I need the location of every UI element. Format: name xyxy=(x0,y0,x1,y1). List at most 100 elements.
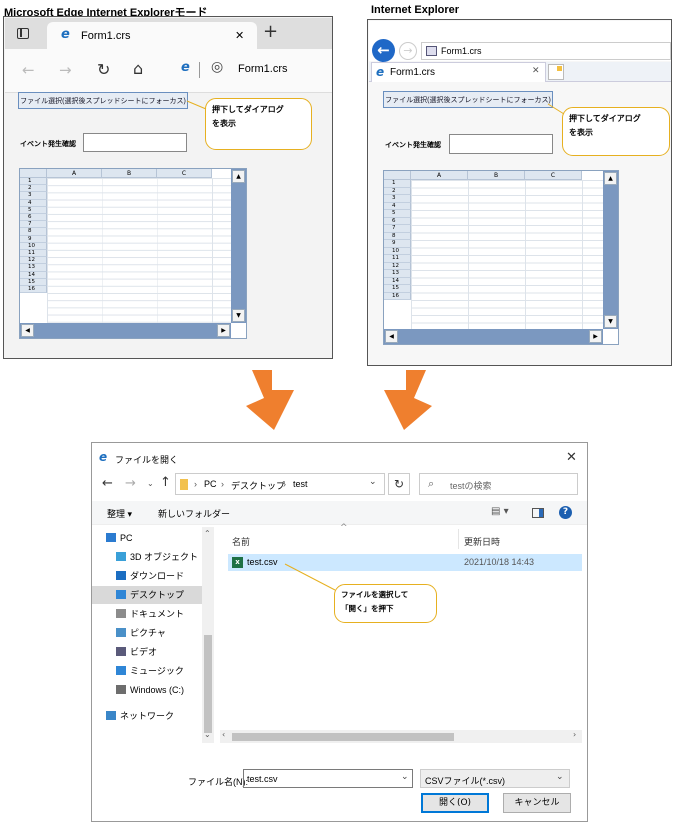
row-header[interactable]: 16 xyxy=(384,292,411,300)
refresh-icon[interactable]: ↻ xyxy=(388,473,410,495)
edge-tab[interactable]: e Form1.crs ✕ xyxy=(47,22,257,49)
row-header[interactable]: 3 xyxy=(384,195,411,203)
scroll-left-icon[interactable]: ◀ xyxy=(21,324,34,337)
nav-item[interactable]: ビデオ xyxy=(92,643,202,661)
filetype-select[interactable]: CSVファイル(*.csv) ⌄ xyxy=(420,769,570,788)
forward-icon[interactable]: → xyxy=(59,61,72,79)
file-select-button[interactable]: ファイル選択(選択後スプレッドシートにフォーカス) xyxy=(18,92,188,109)
breadcrumb-item[interactable]: デスクトップ xyxy=(231,479,285,492)
row-header[interactable]: 3 xyxy=(20,192,47,200)
tab-close-icon[interactable]: ✕ xyxy=(532,66,540,76)
cancel-button[interactable]: キャンセル xyxy=(503,793,571,813)
nav-item[interactable]: ピクチャ xyxy=(92,624,202,642)
breadcrumb-item[interactable]: PC xyxy=(204,479,217,489)
event-textbox[interactable] xyxy=(449,134,553,154)
event-textbox[interactable] xyxy=(83,133,187,152)
col-header[interactable]: C xyxy=(157,169,212,178)
preview-pane-icon[interactable] xyxy=(532,508,544,518)
edge-spreadsheet[interactable]: A B C ▲ ▼ ◀ ▶ 1 2 3 4 5 6 7 8 9 10 11 12 13 14 15 16 xyxy=(19,168,247,339)
new-folder-button[interactable]: 新しいフォルダー xyxy=(158,507,230,520)
filename-input[interactable]: test.csv ⌄ xyxy=(243,769,413,788)
tab-actions-icon[interactable] xyxy=(17,28,29,39)
col-header[interactable]: B xyxy=(102,169,157,178)
ie-address-bar[interactable]: Form1.crs xyxy=(421,42,671,60)
tab-close-icon[interactable]: ✕ xyxy=(235,29,244,42)
breadcrumb-item[interactable]: test xyxy=(293,479,308,489)
row-header[interactable]: 13 xyxy=(384,270,411,278)
nav-item[interactable]: ドキュメント xyxy=(92,605,202,623)
close-icon[interactable]: ✕ xyxy=(566,450,577,465)
home-icon[interactable]: ⌂ xyxy=(133,59,143,78)
row-header[interactable]: 4 xyxy=(20,199,47,207)
breadcrumb[interactable]: › PC › デスクトップ › test ⌄ xyxy=(175,473,385,495)
nav-scrollbar[interactable]: ⌃ ⌄ xyxy=(202,527,214,743)
row-header[interactable]: 10 xyxy=(384,247,411,255)
file-row-selected[interactable]: x test.csv 2021/10/18 14:43 xyxy=(228,554,582,571)
nav-item[interactable]: Windows (C:) xyxy=(92,681,202,699)
list-hscrollbar[interactable]: ‹ › xyxy=(220,730,582,743)
scroll-up-icon[interactable]: ▲ xyxy=(604,172,617,185)
row-header[interactable]: 14 xyxy=(20,271,47,279)
edge-address[interactable]: Form1.crs xyxy=(238,63,288,75)
nav-item[interactable]: 3D オブジェクト xyxy=(92,548,202,566)
row-header[interactable]: 14 xyxy=(384,277,411,285)
search-box[interactable]: ⌕ testの検索 xyxy=(419,473,578,495)
horizontal-scrollbar[interactable]: ◀ ▶ xyxy=(384,329,603,344)
new-tab-icon[interactable]: + xyxy=(263,21,278,42)
row-header[interactable]: 16 xyxy=(20,286,47,294)
row-header[interactable]: 8 xyxy=(384,232,411,240)
col-header[interactable]: C xyxy=(525,171,582,180)
row-header[interactable]: 7 xyxy=(384,225,411,233)
scroll-up-icon[interactable]: ▲ xyxy=(232,170,245,183)
scroll-right-icon[interactable]: ▶ xyxy=(217,324,230,337)
view-options-icon[interactable]: ▤ ▾ xyxy=(491,506,509,517)
file-select-button[interactable]: ファイル選択(選択後スプレッドシートにフォーカス) xyxy=(383,91,553,108)
recent-dropdown-icon[interactable]: ⌄ xyxy=(147,479,154,488)
new-tab-icon[interactable] xyxy=(548,64,564,80)
col-name-header[interactable]: 名前 xyxy=(232,535,250,548)
row-header[interactable]: 5 xyxy=(20,206,47,214)
row-header[interactable]: 11 xyxy=(384,255,411,263)
nav-item[interactable]: ネットワーク xyxy=(92,707,202,725)
scroll-down-icon[interactable]: ▼ xyxy=(604,315,617,328)
ie-tab[interactable]: e Form1.crs ✕ xyxy=(371,62,546,82)
col-date-header[interactable]: 更新日時 xyxy=(464,535,500,548)
scroll-down-icon[interactable]: ▼ xyxy=(232,309,245,322)
row-header[interactable]: 11 xyxy=(20,250,47,258)
vertical-scrollbar[interactable]: ▲ ▼ xyxy=(231,169,246,323)
row-header[interactable]: 4 xyxy=(384,202,411,210)
row-header[interactable]: 6 xyxy=(20,214,47,222)
row-header[interactable]: 1 xyxy=(384,180,411,188)
chevron-down-icon[interactable]: ⌄ xyxy=(556,772,564,782)
row-header[interactable]: 12 xyxy=(20,257,47,265)
nav-item[interactable]: デスクトップ xyxy=(92,586,202,604)
nav-item[interactable]: PC xyxy=(92,529,202,547)
vertical-scrollbar[interactable]: ▲ ▼ xyxy=(603,171,618,329)
row-header[interactable]: 12 xyxy=(384,262,411,270)
row-header[interactable]: 5 xyxy=(384,210,411,218)
open-button[interactable]: 開く(O) xyxy=(421,793,489,813)
ie-spreadsheet[interactable]: A B C ▲ ▼ ◀ ▶ 1 2 3 4 5 6 7 8 9 10 11 12 13 14 15 16 xyxy=(383,170,619,345)
row-header[interactable]: 8 xyxy=(20,228,47,236)
row-header[interactable]: 9 xyxy=(384,240,411,248)
back-icon[interactable]: ← xyxy=(102,476,113,491)
col-header[interactable]: B xyxy=(468,171,525,180)
organize-button[interactable]: 整理 ▾ xyxy=(107,507,132,520)
chevron-down-icon[interactable]: ⌄ xyxy=(401,772,409,782)
row-header[interactable]: 15 xyxy=(384,285,411,293)
row-header[interactable]: 6 xyxy=(384,217,411,225)
refresh-icon[interactable]: ↻ xyxy=(97,60,110,79)
col-header[interactable]: A xyxy=(47,169,102,178)
nav-item[interactable]: ダウンロード xyxy=(92,567,202,585)
forward-icon[interactable]: → xyxy=(399,42,417,60)
row-header[interactable]: 7 xyxy=(20,221,47,229)
scroll-left-icon[interactable]: ◀ xyxy=(385,330,398,343)
row-header[interactable]: 1 xyxy=(20,178,47,186)
row-header[interactable]: 10 xyxy=(20,242,47,250)
col-header[interactable]: A xyxy=(411,171,468,180)
horizontal-scrollbar[interactable]: ◀ ▶ xyxy=(20,323,231,338)
back-icon[interactable]: ← xyxy=(372,39,395,62)
row-header[interactable]: 9 xyxy=(20,235,47,243)
back-icon[interactable]: ← xyxy=(22,61,35,79)
nav-item[interactable]: ミュージック xyxy=(92,662,202,680)
